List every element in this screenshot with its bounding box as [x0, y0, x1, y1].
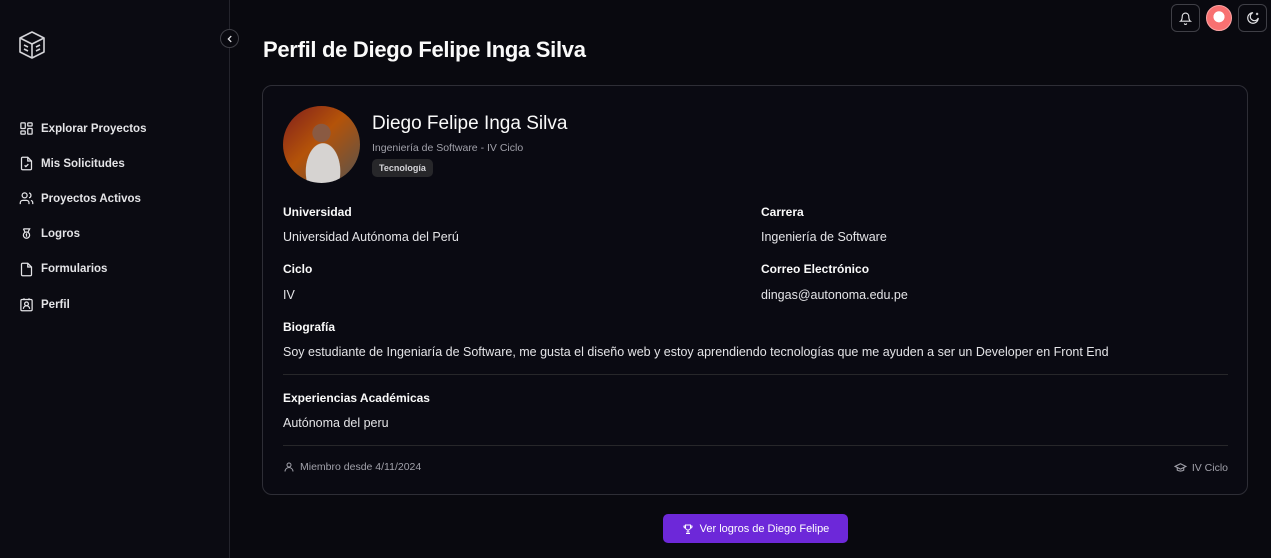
sidebar: Explorar Proyectos Mis Solicitudes Proye…	[0, 0, 230, 558]
cycle-text: IV Ciclo	[1191, 461, 1228, 474]
trophy-icon	[682, 523, 694, 535]
sidebar-item-label: Perfil	[41, 298, 70, 311]
divider	[283, 374, 1228, 375]
sidebar-item-explorar-proyectos[interactable]: Explorar Proyectos	[19, 111, 146, 146]
carrera-value: Ingeniería de Software	[761, 230, 887, 244]
page-title: Perfil de Diego Felipe Inga Silva	[263, 37, 586, 62]
profile-photo	[283, 106, 360, 183]
app-logo-icon[interactable]	[18, 30, 46, 60]
chevron-left-icon	[225, 34, 235, 44]
view-achievements-label: Ver logros de Diego Felipe	[699, 522, 830, 535]
cycle-info: IV Ciclo	[1173, 461, 1228, 474]
theme-toggle-button[interactable]	[1238, 4, 1267, 32]
interest-tag: Tecnología	[372, 159, 433, 177]
ciclo-label: Ciclo	[283, 262, 313, 276]
sidebar-item-perfil[interactable]: Perfil	[19, 287, 146, 322]
correo-label: Correo Electrónico	[761, 262, 870, 276]
sidebar-item-label: Mis Solicitudes	[41, 157, 125, 170]
file-icon	[19, 262, 34, 277]
carrera-label: Carrera	[761, 205, 804, 219]
experiencias-label: Experiencias Académicas	[283, 391, 430, 405]
grid-icon	[19, 121, 34, 136]
users-icon	[19, 191, 34, 206]
divider	[283, 445, 1228, 446]
sidebar-item-label: Logros	[41, 228, 80, 241]
user-icon	[283, 461, 295, 473]
collapse-sidebar-button[interactable]	[220, 29, 239, 48]
moon-icon	[1246, 11, 1260, 25]
sidebar-item-label: Proyectos Activos	[41, 192, 141, 205]
sidebar-item-label: Explorar Proyectos	[41, 122, 147, 135]
file-check-icon	[19, 156, 34, 171]
sidebar-item-logros[interactable]: Logros	[19, 217, 146, 252]
experiencias-value: Autónoma del peru	[283, 416, 389, 430]
correo-value: dingas@autonoma.edu.pe	[761, 288, 908, 302]
sidebar-nav: Explorar Proyectos Mis Solicitudes Proye…	[19, 111, 146, 322]
member-since: Miembro desde 4/11/2024	[283, 461, 421, 473]
contact-icon	[19, 297, 34, 312]
sidebar-item-proyectos-activos[interactable]: Proyectos Activos	[19, 181, 146, 216]
sidebar-item-label: Formularios	[41, 263, 108, 276]
bell-icon	[1179, 12, 1192, 25]
user-avatar[interactable]	[1206, 5, 1232, 31]
universidad-value: Universidad Autónoma del Perú	[283, 230, 459, 244]
notifications-button[interactable]	[1171, 4, 1200, 32]
graduation-cap-icon	[1173, 461, 1187, 474]
biografia-value: Soy estudiante de Ingeniaría de Software…	[283, 345, 1109, 359]
member-since-text: Miembro desde 4/11/2024	[300, 461, 422, 473]
top-toolbar	[1171, 4, 1267, 32]
sidebar-item-mis-solicitudes[interactable]: Mis Solicitudes	[19, 146, 146, 181]
view-achievements-button[interactable]: Ver logros de Diego Felipe	[663, 514, 848, 543]
sidebar-item-formularios[interactable]: Formularios	[19, 252, 146, 287]
universidad-label: Universidad	[283, 205, 352, 219]
profile-subtitle: Ingeniería de Software - IV Ciclo	[372, 142, 524, 154]
ciclo-value: IV	[283, 288, 295, 302]
award-icon	[19, 227, 34, 242]
profile-name: Diego Felipe Inga Silva	[372, 113, 568, 134]
profile-card: Diego Felipe Inga Silva Ingeniería de So…	[262, 85, 1248, 495]
biografia-label: Biografía	[283, 320, 336, 334]
